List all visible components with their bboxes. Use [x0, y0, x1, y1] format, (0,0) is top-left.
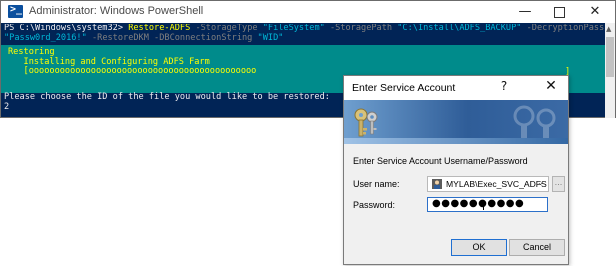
dialog-titlebar[interactable]: Enter Service Account ? ✕: [344, 76, 568, 100]
param-decryptionpassword: -DecryptionPassword: [526, 24, 604, 33]
window-title: Administrator: Windows PowerShell: [29, 5, 204, 17]
cancel-button[interactable]: Cancel: [509, 239, 565, 256]
banner-stripe: [344, 138, 568, 144]
progress-status: Installing and Configuring ADFS Farm: [8, 56, 210, 67]
progress-activity: Restoring: [8, 47, 55, 57]
dialog-close-button[interactable]: ✕: [540, 78, 562, 94]
user-icon: [432, 179, 442, 189]
help-button[interactable]: ?: [494, 79, 514, 93]
restore-prompt: Please choose the ID of the file you wou…: [4, 92, 330, 112]
ok-button[interactable]: OK: [451, 239, 507, 256]
keys-icon: [354, 108, 378, 137]
chevron-down-icon[interactable]: ⌄: [537, 178, 544, 187]
text-cursor: [483, 200, 484, 210]
progress-text: Restoring Installing and Configuring ADF…: [8, 47, 257, 77]
minimize-button[interactable]: —: [507, 1, 543, 23]
window-titlebar[interactable]: >_ Administrator: Windows PowerShell — ✕: [1, 1, 615, 23]
param-restoredkm: -RestoreDKM -DBConnectionString: [86, 32, 258, 43]
password-field[interactable]: ●●●●●●●●●●: [427, 197, 548, 212]
password-label: Password:: [353, 200, 396, 210]
scrollbar-thumb[interactable]: [606, 37, 614, 77]
dialog-instruction: Enter Service Account Username/Password: [353, 156, 528, 166]
password-value: ●●●●●●●●●●: [432, 198, 525, 209]
scroll-up-arrow-icon[interactable]: ▲: [606, 25, 611, 33]
value-storagepath: "C:\Install\ADFS_BACKUP": [397, 24, 522, 33]
dialog-banner: [344, 100, 568, 144]
restore-answer: 2: [4, 101, 10, 112]
username-label: User name:: [353, 179, 400, 189]
powershell-icon: >_: [8, 4, 23, 18]
restore-question: Please choose the ID of the file you wou…: [4, 92, 330, 102]
close-button[interactable]: ✕: [577, 1, 613, 23]
value-password: "Passw0rd_2016!": [4, 32, 87, 43]
browse-button[interactable]: ...: [552, 176, 565, 192]
dialog-title: Enter Service Account: [352, 82, 456, 94]
value-dbconnection: "WID": [257, 32, 284, 43]
username-value: MYLAB\Exec_SVC_ADFS: [446, 179, 547, 189]
param-storagepath: -StoragePath: [324, 24, 398, 33]
maximize-icon: [554, 7, 565, 18]
service-account-dialog: Enter Service Account ? ✕ Enter Service …: [343, 75, 569, 265]
progress-bar: [ooooooooooooooooooooooooooooooooooooooo…: [8, 66, 257, 77]
maximize-button[interactable]: [541, 1, 577, 23]
username-combobox[interactable]: MYLAB\Exec_SVC_ADFS ⌄: [427, 176, 549, 192]
